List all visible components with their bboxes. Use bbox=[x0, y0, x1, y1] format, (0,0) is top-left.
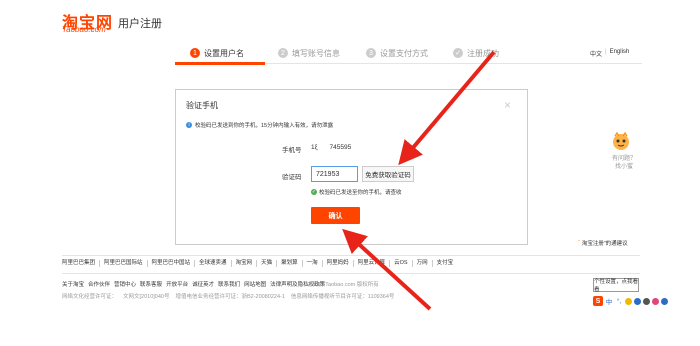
annotation-arrows bbox=[342, 50, 496, 311]
arrow-to-get-code bbox=[398, 50, 496, 166]
arrow-to-confirm bbox=[342, 228, 432, 311]
